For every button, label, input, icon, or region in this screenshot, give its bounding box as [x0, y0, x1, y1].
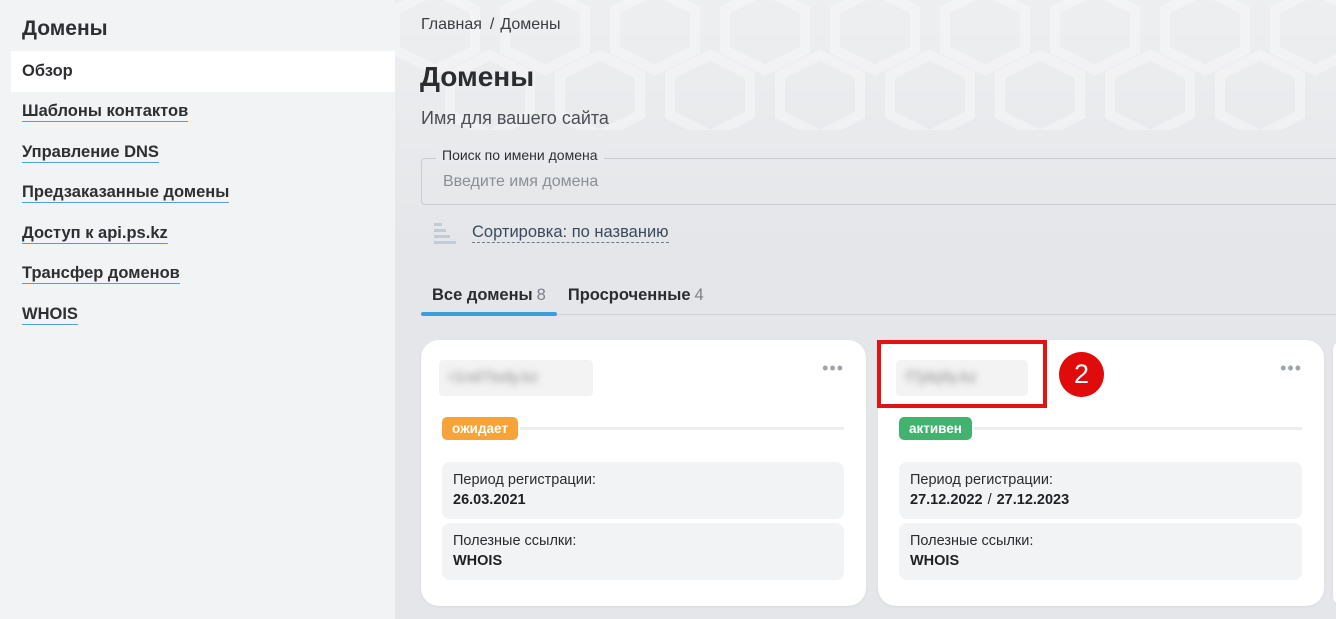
sidebar-item-transfer[interactable]: Трансфер доменов [11, 254, 395, 295]
period-start: 26.03.2021 [453, 492, 526, 508]
sidebar-item-overview[interactable]: Обзор [11, 51, 395, 92]
tab-all-domains[interactable]: Все домены 8 [421, 283, 557, 316]
main-content: Главная / Домены Домены Имя для вашего сай… [395, 0, 1336, 619]
annotation-highlight-box [877, 340, 1047, 408]
useful-links-block: Полезные ссылки: WHOIS [442, 523, 844, 580]
tab-count: 8 [536, 286, 546, 304]
tab-expired[interactable]: Просроченные 4 [557, 283, 715, 316]
sidebar-title: Домены [22, 17, 108, 40]
useful-links-label: Полезные ссылки: [910, 533, 1034, 549]
sidebar-item-contact-templates[interactable]: Шаблоны контактов [11, 92, 395, 133]
sidebar-item-label: WHOIS [22, 304, 78, 325]
domain-search-field: Поиск по имени домена [421, 147, 1336, 205]
sidebar-item-label: Доступ к api.ps.kz [22, 223, 168, 244]
sidebar-item-preorders[interactable]: Предзаказанные домены [11, 173, 395, 214]
registration-period-value: 26.03.2021 [453, 492, 833, 508]
period-start: 27.12.2022 [910, 492, 983, 508]
sort-control[interactable]: Сортировка: по названию [432, 220, 669, 244]
status-row: активен [899, 417, 1302, 440]
domain-search-input[interactable] [443, 173, 1043, 191]
whois-link[interactable]: WHOIS [453, 553, 833, 569]
page-title: Домены [420, 61, 535, 92]
registration-period-block: Период регистрации: 26.03.2021 [442, 462, 844, 519]
domain-name-blurred[interactable]: r1nd7tsdy.kz [439, 360, 593, 396]
sidebar-item-dns[interactable]: Управление DNS [11, 132, 395, 173]
breadcrumb-home-link[interactable]: Главная [421, 16, 482, 33]
sort-label[interactable]: Сортировка: по названию [472, 222, 669, 243]
registration-period-block: Период регистрации: 27.12.2022/27.12.202… [899, 462, 1302, 519]
breadcrumb-current: Домены [500, 16, 561, 33]
more-options-icon[interactable]: ••• [1280, 358, 1302, 379]
annotation-step-marker: 2 [1059, 352, 1104, 397]
registration-period-label: Период регистрации: [453, 472, 596, 488]
tab-count: 4 [694, 286, 704, 304]
status-divider [519, 427, 844, 430]
status-row: ожидает [442, 417, 844, 440]
sidebar-item-label: Шаблоны контактов [22, 102, 189, 123]
sidebar-menu: Обзор Шаблоны контактов Управление DNS П… [11, 51, 395, 335]
tab-label: Все домены [432, 286, 533, 304]
more-options-icon[interactable]: ••• [822, 358, 844, 379]
page-subtitle: Имя для вашего сайта [421, 108, 609, 128]
status-badge: ожидает [442, 417, 518, 440]
domain-name: r1nd7tsdy.kz [449, 369, 539, 386]
sidebar-item-label: Трансфер доменов [22, 264, 180, 285]
domain-tabs: Все домены 8 Просроченные 4 [421, 283, 715, 316]
sidebar: Домены Обзор Шаблоны контактов Управлени… [0, 0, 395, 619]
sidebar-item-label: Обзор [22, 62, 73, 81]
useful-links-block: Полезные ссылки: WHOIS [899, 523, 1302, 580]
useful-links-label: Полезные ссылки: [453, 533, 577, 549]
registration-period-value: 27.12.2022/27.12.2023 [910, 492, 1291, 508]
period-end: 27.12.2023 [996, 492, 1070, 508]
domain-card[interactable]: r1nd7tsdy.kz ••• ожидает Период регистра… [421, 340, 866, 606]
registration-period-label: Период регистрации: [910, 472, 1053, 488]
status-badge: активен [899, 417, 972, 440]
tab-label: Просроченные [567, 286, 691, 304]
sidebar-item-label: Управление DNS [22, 142, 159, 163]
breadcrumb: Главная / Домены [421, 16, 561, 34]
sidebar-item-whois[interactable]: WHOIS [11, 294, 395, 335]
status-divider [973, 427, 1302, 430]
sidebar-item-api-access[interactable]: Доступ к api.ps.kz [11, 213, 395, 254]
whois-link[interactable]: WHOIS [910, 553, 1291, 569]
breadcrumb-separator: / [489, 16, 495, 33]
period-separator: / [987, 492, 992, 508]
sort-icon [434, 223, 456, 244]
sidebar-item-label: Предзаказанные домены [22, 183, 230, 204]
search-label: Поиск по имени домена [436, 147, 604, 163]
